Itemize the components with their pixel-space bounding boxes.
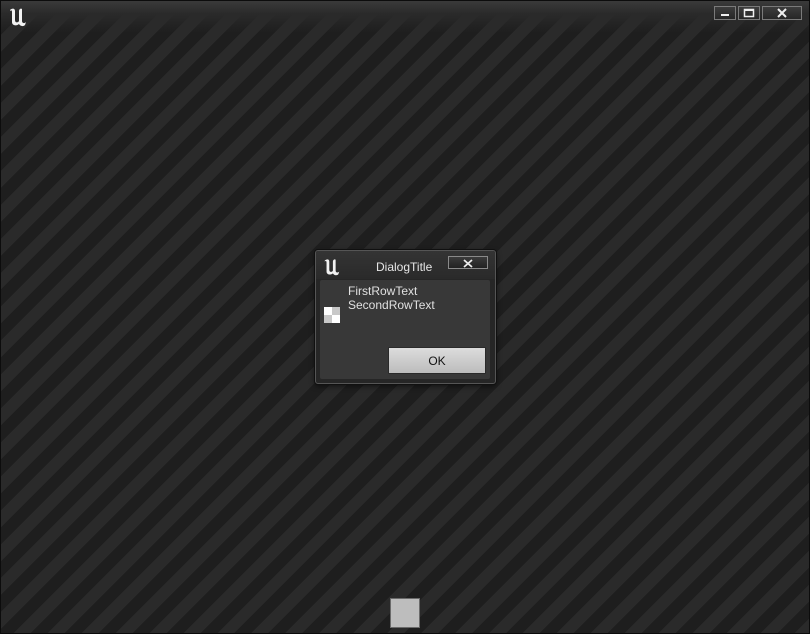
bottom-placeholder-button[interactable]: [390, 598, 420, 628]
close-icon: [462, 253, 474, 272]
maximize-icon: [743, 8, 755, 18]
dialog-message: FirstRowText SecondRowText: [348, 284, 435, 312]
minimize-icon: [720, 9, 730, 17]
message-line-1: FirstRowText: [348, 284, 418, 298]
dialog-title: DialogTitle: [376, 260, 433, 274]
window-titlebar[interactable]: [1, 1, 809, 33]
window-controls: [714, 6, 802, 20]
dialog-body: FirstRowText SecondRowText OK: [320, 280, 490, 379]
message-line-2: SecondRowText: [348, 298, 435, 312]
dialog-titlebar[interactable]: DialogTitle: [316, 251, 495, 279]
message-dialog: DialogTitle FirstRowText SecondRowText O…: [315, 250, 496, 384]
minimize-button[interactable]: [714, 6, 736, 20]
unreal-engine-logo-icon: [321, 257, 343, 277]
checker-placeholder-icon: [324, 307, 340, 323]
maximize-button[interactable]: [738, 6, 760, 20]
window-close-button[interactable]: [762, 6, 802, 20]
app-window: DialogTitle FirstRowText SecondRowText O…: [0, 0, 810, 634]
unreal-engine-logo-icon: [7, 6, 29, 28]
ok-button[interactable]: OK: [388, 347, 486, 374]
dialog-close-button[interactable]: [448, 256, 488, 269]
close-icon: [776, 8, 788, 18]
